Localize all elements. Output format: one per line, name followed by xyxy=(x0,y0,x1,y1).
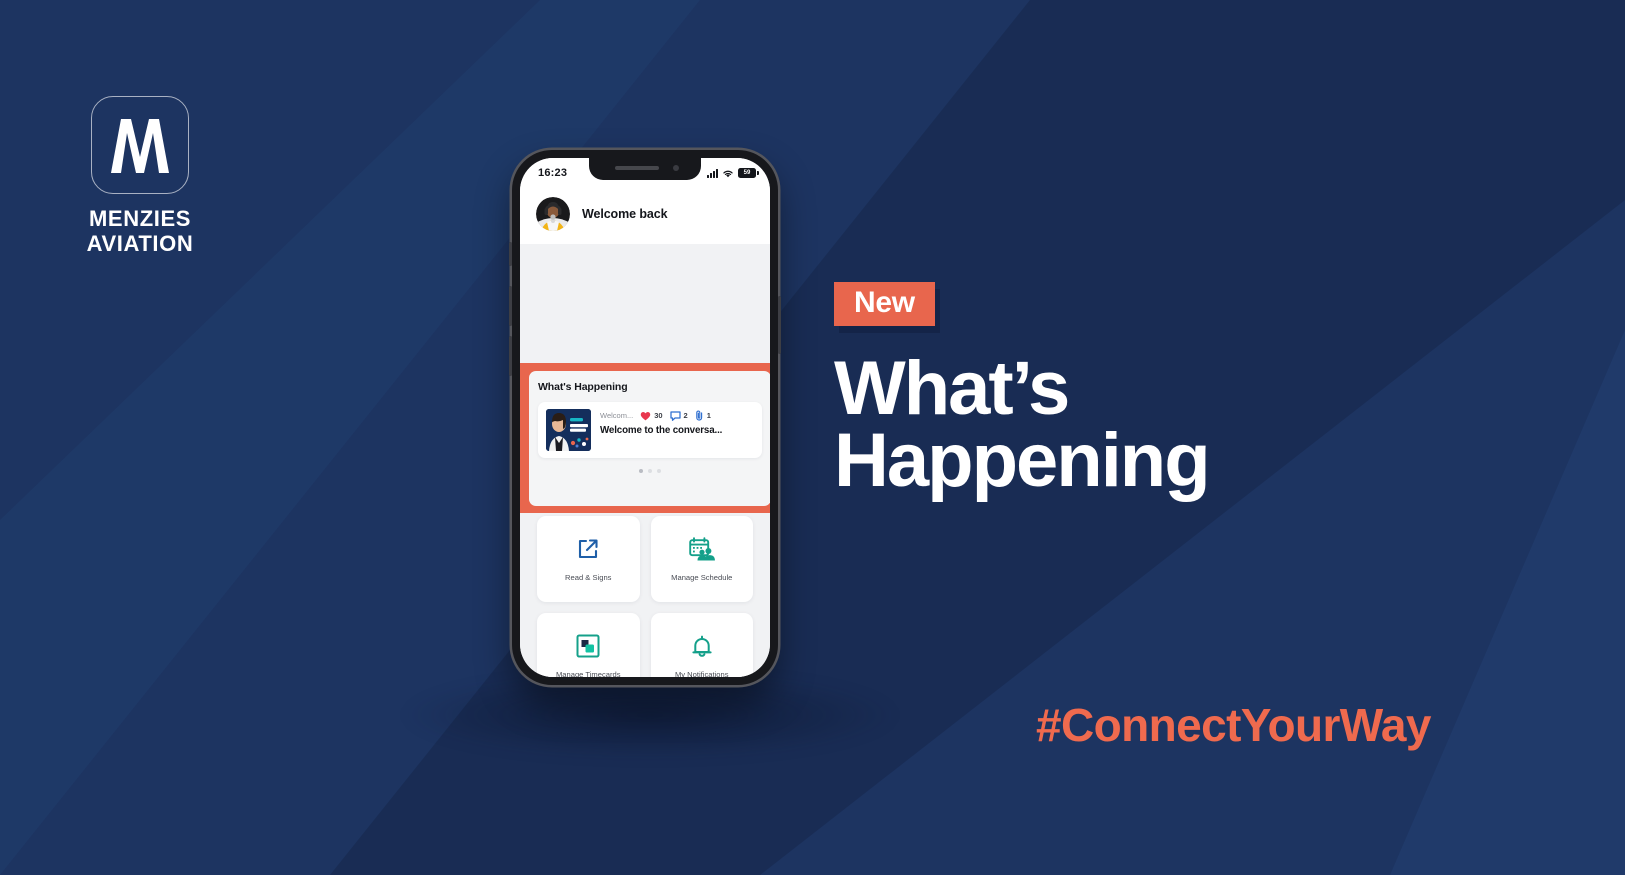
tile-read-and-signs[interactable]: Read & Signs xyxy=(537,516,640,602)
carousel-indicator[interactable] xyxy=(538,469,762,473)
comment-icon xyxy=(669,410,681,421)
tile-my-notifications[interactable]: My Notifications xyxy=(650,613,753,677)
whats-happening-title: What's Happening xyxy=(538,381,628,393)
post-attachments-count: 1 xyxy=(706,411,711,420)
calendar-people-icon xyxy=(689,535,715,563)
signal-bars-icon xyxy=(707,168,718,178)
external-link-icon xyxy=(576,535,600,563)
tile-label: Manage Timecards xyxy=(555,670,621,677)
post-author: Welcom... xyxy=(600,411,634,420)
tile-label: Manage Schedule xyxy=(671,573,733,583)
new-badge: New xyxy=(834,282,935,326)
phone-silence-switch xyxy=(509,242,512,266)
tile-label: Read & Signs xyxy=(565,573,612,583)
post-comments: 2 xyxy=(669,410,688,421)
heart-icon xyxy=(640,411,651,420)
post-headline: Welcome to the conversa... xyxy=(600,425,723,436)
brand-name-line2: AVIATION xyxy=(86,230,194,256)
battery-level: 59 xyxy=(743,170,751,176)
phone-body: 16:23 59 Welcome back What's Happening W… xyxy=(509,150,781,685)
phone-screen: 16:23 59 Welcome back What's Happening W… xyxy=(520,158,770,677)
post-metrics: Welcom... 30 2 1 xyxy=(600,410,754,421)
post-body: Welcom... 30 2 1 Welcome to the conversa… xyxy=(600,409,754,436)
front-camera xyxy=(673,165,679,171)
promo-headline-line2: Happening xyxy=(834,417,1211,503)
promo-hashtag: #ConnectYourWay xyxy=(1036,699,1431,751)
welcome-greeting: Welcome back xyxy=(582,207,668,221)
battery-icon: 59 xyxy=(738,168,759,178)
attachment-icon xyxy=(695,410,702,421)
earpiece-speaker xyxy=(615,166,659,170)
post-thumbnail xyxy=(546,409,591,451)
carousel-dot[interactable] xyxy=(639,469,643,473)
menzies-m-logo-icon xyxy=(91,96,189,194)
bell-icon xyxy=(690,632,714,660)
feed-post-item[interactable]: Welcom... 30 2 1 Welcome to the conversa… xyxy=(538,402,762,458)
quick-action-tiles: Read & Signs Manage Schedule Manage Time… xyxy=(520,516,770,677)
status-icons: 59 xyxy=(707,168,759,178)
tile-manage-timecards[interactable]: Manage Timecards xyxy=(537,613,640,677)
home-content: What's Happening Welcom... 30 2 1 Welcom… xyxy=(520,244,770,677)
promo-copy: New What’s Happening xyxy=(834,282,1534,503)
post-comments-count: 2 xyxy=(683,411,688,420)
brand-wordmark: MENZIES AVIATION xyxy=(86,206,194,256)
wifi-icon xyxy=(723,170,733,177)
user-avatar[interactable] xyxy=(536,197,570,231)
carousel-dot[interactable] xyxy=(648,469,652,473)
phone-mockup: 16:23 59 Welcome back What's Happening W… xyxy=(400,150,900,760)
phone-volume-up-button xyxy=(509,286,512,326)
whats-happening-card: What's Happening Welcom... 30 2 1 Welcom… xyxy=(529,371,770,506)
post-attachments: 1 xyxy=(695,410,711,421)
phone-notch xyxy=(589,158,701,180)
status-time: 16:23 xyxy=(538,167,568,179)
post-likes-count: 30 xyxy=(654,411,663,420)
brand-name-line1: MENZIES xyxy=(89,206,191,231)
tile-label: My Notifications xyxy=(674,670,729,677)
phone-power-button xyxy=(778,296,781,354)
carousel-dot[interactable] xyxy=(657,469,661,473)
post-likes: 30 xyxy=(640,411,663,421)
promo-headline-line1: What’s xyxy=(834,345,1070,431)
tile-manage-schedule[interactable]: Manage Schedule xyxy=(650,516,753,602)
welcome-header: Welcome back xyxy=(520,188,770,244)
brand-logo: MENZIES AVIATION xyxy=(86,96,194,256)
timecards-copy-icon xyxy=(576,632,600,660)
phone-volume-down-button xyxy=(509,336,512,376)
promo-headline: What’s Happening xyxy=(834,345,1534,503)
